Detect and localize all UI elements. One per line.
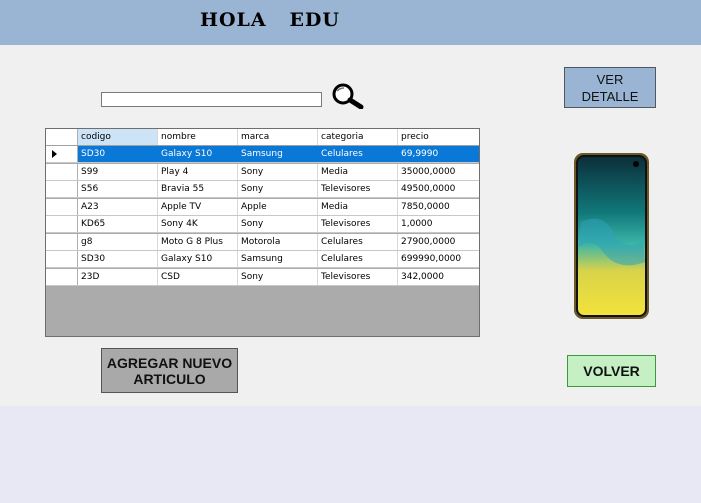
grid-header-row: codigo nombre marca categoria precio (46, 129, 479, 146)
cell-precio[interactable]: 27900,0000 (398, 234, 479, 250)
column-header-codigo[interactable]: codigo (78, 129, 158, 145)
header-bar: HOLA EDU (0, 0, 701, 45)
cell-marca[interactable]: Sony (238, 163, 318, 180)
table-row[interactable]: A23 Apple TV Apple Media 7850,0000 (46, 198, 479, 216)
current-row-arrow-icon (52, 150, 57, 158)
cell-nombre[interactable]: Moto G 8 Plus (158, 233, 238, 250)
cell-codigo[interactable]: S99 (78, 163, 158, 180)
row-header[interactable] (46, 268, 78, 285)
cell-categoria[interactable]: Celulares (318, 146, 398, 162)
cell-nombre[interactable]: Bravia 55 (158, 181, 238, 197)
row-header[interactable] (46, 216, 78, 232)
cell-categoria[interactable]: Celulares (318, 233, 398, 250)
table-row[interactable]: S99 Play 4 Sony Media 35000,0000 (46, 163, 479, 181)
column-header-categoria[interactable]: categoria (318, 129, 398, 145)
cell-nombre[interactable]: Galaxy S10 (158, 251, 238, 267)
articles-grid[interactable]: codigo nombre marca categoria precio SD3… (45, 128, 480, 337)
smartphone-image (574, 153, 649, 319)
cell-marca[interactable]: Apple (238, 198, 318, 215)
cell-nombre[interactable]: Galaxy S10 (158, 146, 238, 162)
cell-marca[interactable]: Motorola (238, 233, 318, 250)
cell-categoria[interactable]: Televisores (318, 181, 398, 197)
cell-precio[interactable]: 7850,0000 (398, 199, 479, 215)
row-header[interactable] (46, 163, 78, 180)
table-row[interactable]: g8 Moto G 8 Plus Motorola Celulares 27900,00… (46, 233, 479, 251)
row-header-corner (46, 129, 78, 145)
row-header[interactable] (46, 233, 78, 250)
cell-categoria[interactable]: Media (318, 198, 398, 215)
row-header[interactable] (46, 146, 78, 162)
cell-nombre[interactable]: Play 4 (158, 163, 238, 180)
cell-precio[interactable]: 1,0000 (398, 216, 479, 232)
column-header-nombre[interactable]: nombre (158, 129, 238, 145)
page-title: HOLA EDU (200, 9, 340, 31)
search-input[interactable] (101, 92, 322, 107)
table-row[interactable]: SD30 Galaxy S10 Samsung Celulares 69,9990 (46, 146, 479, 163)
cell-precio[interactable]: 699990,0000 (398, 251, 479, 267)
cell-codigo[interactable]: g8 (78, 233, 158, 250)
cell-codigo[interactable]: SD30 (78, 146, 158, 162)
cell-categoria[interactable]: Celulares (318, 251, 398, 267)
agregar-nuevo-articulo-button[interactable]: AGREGAR NUEVO ARTICULO (101, 348, 238, 393)
cell-nombre[interactable]: Sony 4K (158, 216, 238, 232)
cell-codigo[interactable]: S56 (78, 181, 158, 197)
cell-precio[interactable]: 49500,0000 (398, 181, 479, 197)
cell-marca[interactable]: Samsung (238, 251, 318, 267)
cell-marca[interactable]: Samsung (238, 146, 318, 162)
table-row[interactable]: S56 Bravia 55 Sony Televisores 49500,0000 (46, 181, 479, 198)
column-header-marca[interactable]: marca (238, 129, 318, 145)
table-row[interactable]: SD30 Galaxy S10 Samsung Celulares 699990,000… (46, 251, 479, 268)
cell-codigo[interactable]: SD30 (78, 251, 158, 267)
table-row[interactable]: KD65 Sony 4K Sony Televisores 1,0000 (46, 216, 479, 233)
cell-nombre[interactable]: CSD (158, 268, 238, 285)
ver-detalle-button[interactable]: VER DETALLE (564, 67, 656, 108)
cell-codigo[interactable]: KD65 (78, 216, 158, 232)
row-header[interactable] (46, 198, 78, 215)
cell-codigo[interactable]: A23 (78, 198, 158, 215)
row-header[interactable] (46, 181, 78, 197)
cell-nombre[interactable]: Apple TV (158, 198, 238, 215)
table-row[interactable]: 23D CSD Sony Televisores 342,0000 (46, 268, 479, 286)
cell-codigo[interactable]: 23D (78, 268, 158, 285)
cell-marca[interactable]: Sony (238, 268, 318, 285)
volver-button[interactable]: VOLVER (567, 355, 656, 387)
cell-marca[interactable]: Sony (238, 216, 318, 232)
column-header-precio[interactable]: precio (398, 129, 479, 145)
cell-categoria[interactable]: Televisores (318, 268, 398, 285)
cell-precio[interactable]: 35000,0000 (398, 164, 479, 180)
cell-precio[interactable]: 342,0000 (398, 269, 479, 285)
cell-marca[interactable]: Sony (238, 181, 318, 197)
magnifier-icon (332, 83, 364, 110)
cell-precio[interactable]: 69,9990 (398, 146, 479, 162)
row-header[interactable] (46, 251, 78, 267)
cell-categoria[interactable]: Televisores (318, 216, 398, 232)
cell-categoria[interactable]: Media (318, 163, 398, 180)
search-button[interactable] (326, 83, 366, 110)
